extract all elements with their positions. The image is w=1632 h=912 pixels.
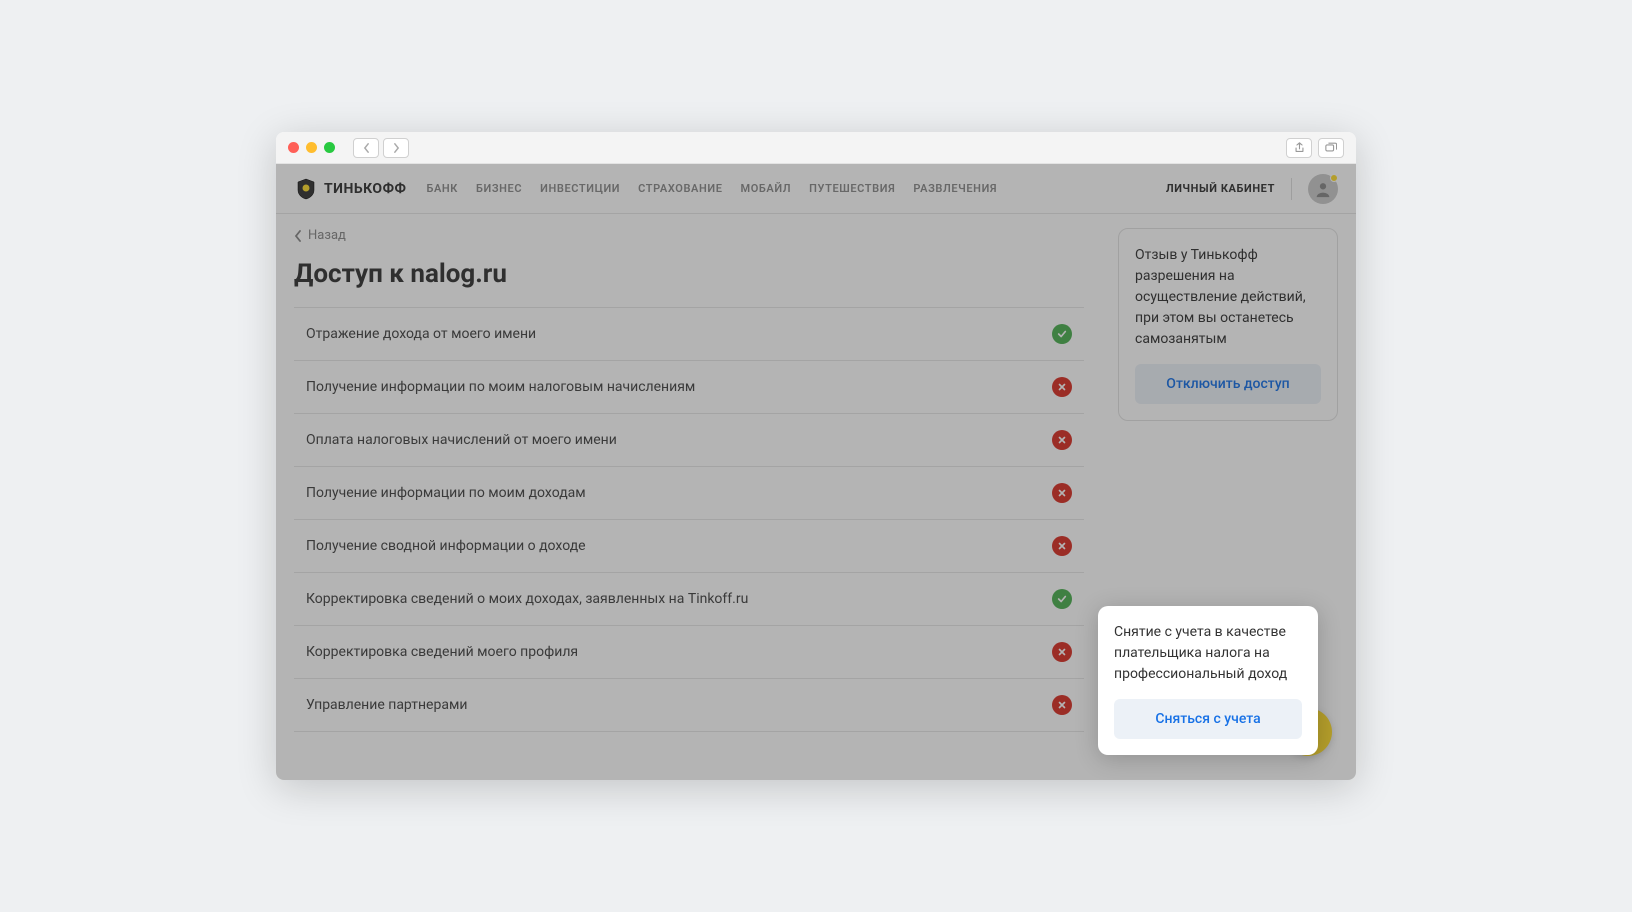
deregister-popover: Снятие с учета в качестве плательщика на… <box>1098 606 1318 755</box>
cross-icon <box>1052 536 1072 556</box>
cross-icon <box>1052 642 1072 662</box>
deregister-button[interactable]: Сняться с учета <box>1114 699 1302 739</box>
cross-icon <box>1052 430 1072 450</box>
forward-browser-button[interactable] <box>383 138 409 158</box>
chevron-left-icon <box>294 230 302 242</box>
back-link[interactable]: Назад <box>294 228 1084 243</box>
card-text: Отзыв у Тинькофф разрешения на осуществл… <box>1135 245 1321 350</box>
personal-cabinet-link[interactable]: ЛИЧНЫЙ КАБИНЕТ <box>1166 182 1275 195</box>
nav-item[interactable]: РАЗВЛЕЧЕНИЯ <box>913 182 997 195</box>
permission-row[interactable]: Получение сводной информации о доходе <box>294 520 1084 573</box>
check-icon <box>1052 324 1072 344</box>
permission-row[interactable]: Управление партнерами <box>294 679 1084 732</box>
nav-item[interactable]: БИЗНЕС <box>476 182 522 195</box>
permission-label: Корректировка сведений о моих доходах, з… <box>306 591 748 607</box>
nav-item[interactable]: СТРАХОВАНИЕ <box>638 182 722 195</box>
permission-row[interactable]: Оплата налоговых начислений от моего име… <box>294 414 1084 467</box>
popover-text: Снятие с учета в качестве плательщика на… <box>1114 622 1302 685</box>
brand-text: ТИНЬКОФФ <box>324 181 406 197</box>
main-menu: БАНК БИЗНЕС ИНВЕСТИЦИИ СТРАХОВАНИЕ МОБАЙ… <box>426 182 997 195</box>
minimize-window-icon[interactable] <box>306 142 317 153</box>
maximize-window-icon[interactable] <box>324 142 335 153</box>
nav-item[interactable]: ИНВЕСТИЦИИ <box>540 182 620 195</box>
permission-label: Отражение дохода от моего имени <box>306 326 536 342</box>
avatar[interactable] <box>1308 174 1338 204</box>
permission-label: Получение информации по моим налоговым н… <box>306 379 695 395</box>
close-window-icon[interactable] <box>288 142 299 153</box>
share-icon[interactable] <box>1286 138 1312 158</box>
user-icon <box>1314 180 1332 198</box>
top-navigation: ТИНЬКОФФ БАНК БИЗНЕС ИНВЕСТИЦИИ СТРАХОВА… <box>276 164 1356 214</box>
cross-icon <box>1052 483 1072 503</box>
page-title: Доступ к nalog.ru <box>294 259 1084 289</box>
check-icon <box>1052 589 1072 609</box>
notification-badge <box>1330 174 1338 182</box>
browser-chrome <box>276 132 1356 164</box>
permission-row[interactable]: Корректировка сведений о моих доходах, з… <box>294 573 1084 626</box>
divider <box>1291 178 1292 200</box>
permission-row[interactable]: Корректировка сведений моего профиля <box>294 626 1084 679</box>
nav-item[interactable]: МОБАЙЛ <box>741 182 792 195</box>
tabs-icon[interactable] <box>1318 138 1344 158</box>
nav-item[interactable]: ПУТЕШЕСТВИЯ <box>809 182 895 195</box>
window-controls <box>288 142 335 153</box>
back-browser-button[interactable] <box>353 138 379 158</box>
permission-label: Оплата налоговых начислений от моего име… <box>306 432 617 448</box>
crest-icon <box>294 177 318 201</box>
permission-row[interactable]: Получение информации по моим налоговым н… <box>294 361 1084 414</box>
permission-label: Управление партнерами <box>306 697 467 713</box>
brand-logo[interactable]: ТИНЬКОФФ <box>294 177 406 201</box>
cross-icon <box>1052 695 1072 715</box>
permission-label: Корректировка сведений моего профиля <box>306 644 578 660</box>
permissions-list: Отражение дохода от моего имени Получение… <box>294 307 1084 732</box>
cross-icon <box>1052 377 1072 397</box>
back-label: Назад <box>308 228 346 243</box>
permission-row[interactable]: Получение информации по моим доходам <box>294 467 1084 520</box>
permission-row[interactable]: Отражение дохода от моего имени <box>294 308 1084 361</box>
nav-item[interactable]: БАНК <box>426 182 458 195</box>
permission-label: Получение информации по моим доходам <box>306 485 586 501</box>
revoke-access-card: Отзыв у Тинькофф разрешения на осуществл… <box>1118 228 1338 421</box>
browser-window: ТИНЬКОФФ БАНК БИЗНЕС ИНВЕСТИЦИИ СТРАХОВА… <box>276 132 1356 780</box>
revoke-access-button[interactable]: Отключить доступ <box>1135 364 1321 404</box>
permission-label: Получение сводной информации о доходе <box>306 538 586 554</box>
